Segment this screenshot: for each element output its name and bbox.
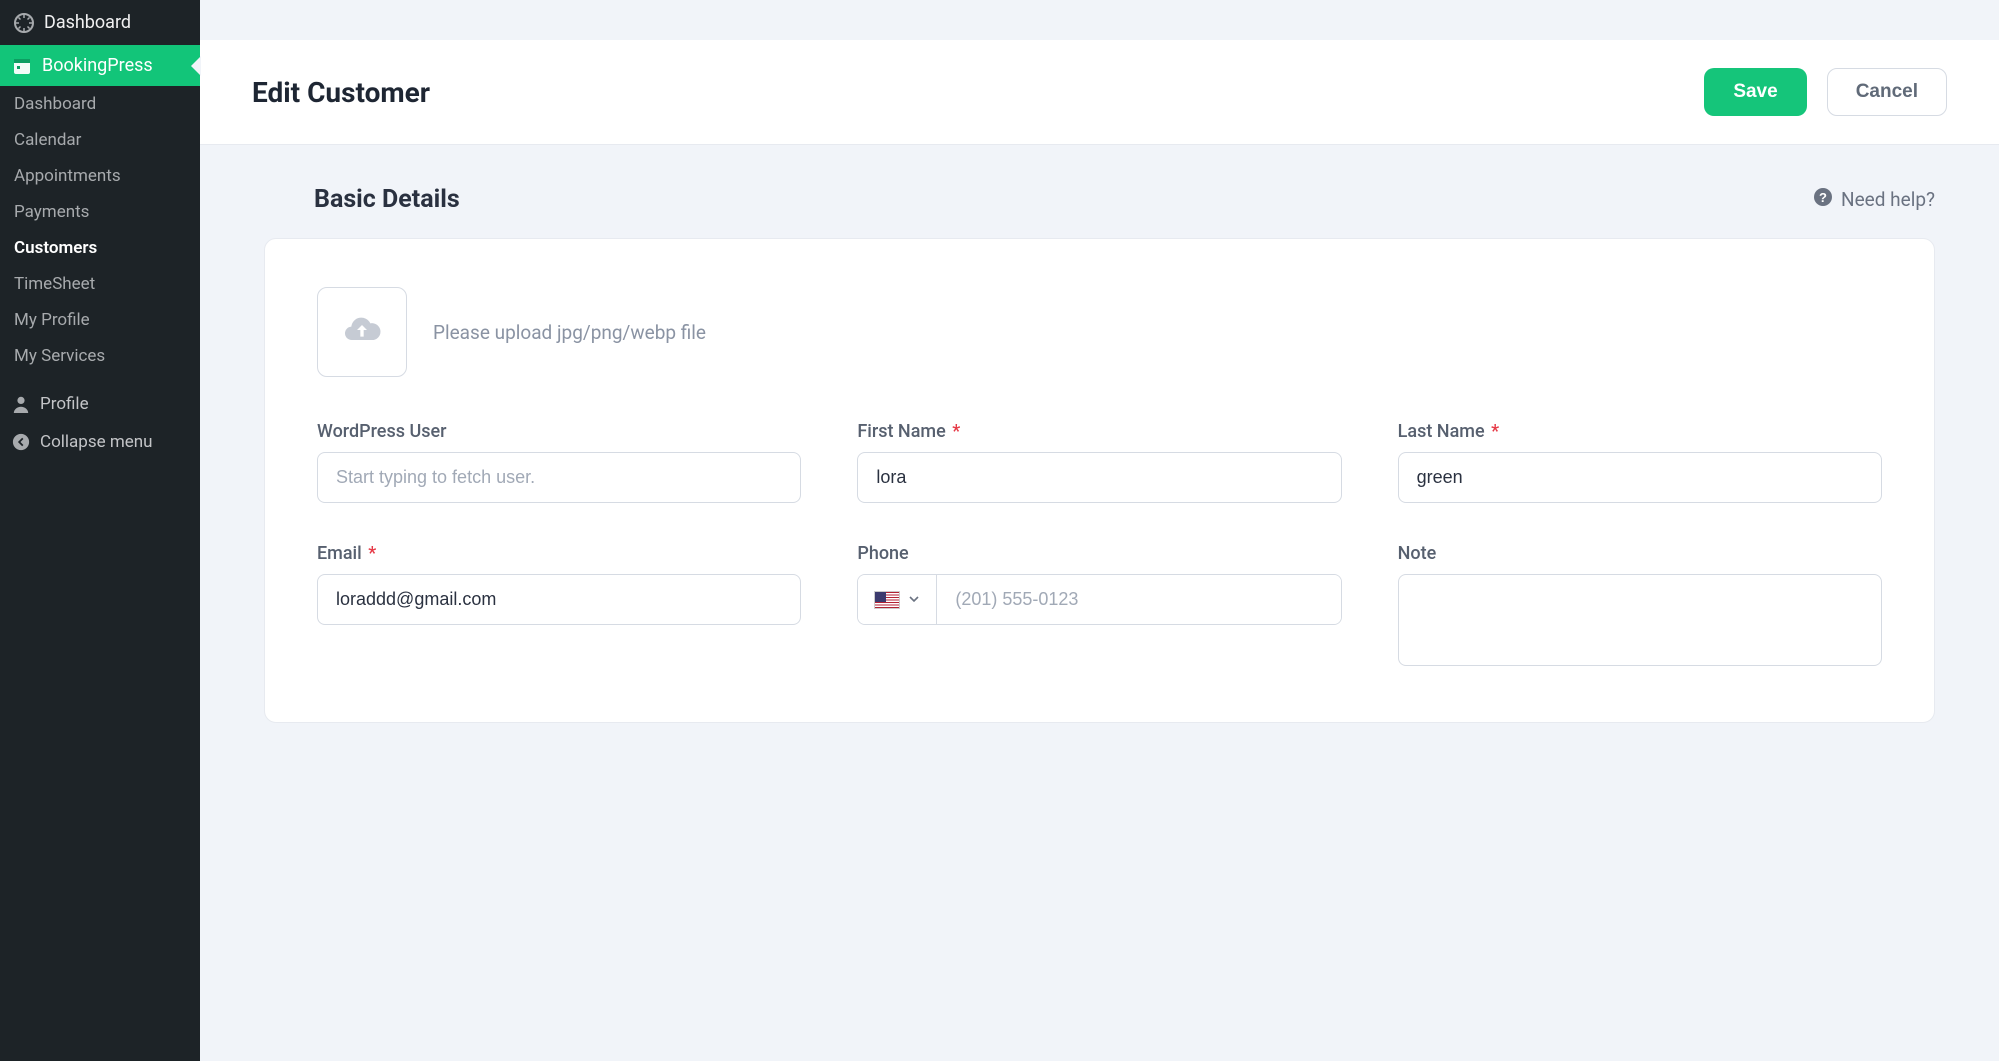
note-input[interactable]	[1398, 574, 1882, 666]
page-title: Edit Customer	[252, 76, 430, 109]
required-star: *	[368, 543, 376, 564]
help-label: Need help?	[1841, 188, 1935, 211]
sidebar-sub-calendar[interactable]: Calendar	[0, 122, 200, 158]
field-last-name: Last Name *	[1398, 421, 1882, 503]
help-link[interactable]: ? Need help?	[1813, 187, 1935, 212]
collapse-label: Collapse menu	[40, 432, 153, 452]
email-input[interactable]	[317, 574, 801, 625]
last-name-input[interactable]	[1398, 452, 1882, 503]
svg-text:?: ?	[1819, 190, 1827, 205]
chevron-down-icon	[908, 590, 920, 610]
user-icon	[12, 395, 30, 413]
field-wp-user: WordPress User	[317, 421, 801, 503]
sidebar-plugin-label: BookingPress	[42, 55, 153, 76]
section-header: Basic Details ? Need help?	[252, 185, 1947, 214]
avatar-upload[interactable]	[317, 287, 407, 377]
required-star: *	[952, 421, 960, 442]
field-email: Email *	[317, 543, 801, 666]
field-phone: Phone	[857, 543, 1341, 666]
first-name-input[interactable]	[857, 452, 1341, 503]
phone-country-selector[interactable]	[858, 575, 937, 624]
wp-user-input[interactable]	[317, 452, 801, 503]
label-email: Email *	[317, 543, 801, 564]
basic-details-card: Please upload jpg/png/webp file WordPres…	[264, 238, 1935, 723]
sidebar-sub-myprofile[interactable]: My Profile	[0, 302, 200, 338]
section-title: Basic Details	[314, 185, 460, 214]
sidebar-sub-dashboard[interactable]: Dashboard	[0, 86, 200, 122]
profile-label: Profile	[40, 394, 89, 414]
cancel-button[interactable]: Cancel	[1827, 68, 1947, 116]
field-note: Note	[1398, 543, 1882, 666]
sidebar-sub-payments[interactable]: Payments	[0, 194, 200, 230]
phone-wrap	[857, 574, 1341, 625]
sidebar: Dashboard BookingPress Dashboard Calenda…	[0, 0, 200, 1061]
save-button[interactable]: Save	[1704, 68, 1806, 116]
sidebar-item-profile[interactable]: Profile	[0, 382, 200, 424]
content: Basic Details ? Need help? Please upload…	[200, 145, 1999, 1061]
label-first-name: First Name *	[857, 421, 1341, 442]
sidebar-sub-myservices[interactable]: My Services	[0, 338, 200, 374]
page-header: Edit Customer Save Cancel	[200, 40, 1999, 145]
help-icon: ?	[1813, 187, 1833, 212]
dashboard-icon	[14, 13, 34, 33]
sidebar-sub-appointments[interactable]: Appointments	[0, 158, 200, 194]
label-note: Note	[1398, 543, 1882, 564]
phone-input[interactable]	[937, 575, 1340, 624]
page-actions: Save Cancel	[1704, 68, 1947, 116]
sidebar-item-dashboard-top[interactable]: Dashboard	[0, 0, 200, 45]
upload-icon	[342, 310, 382, 355]
sidebar-item-bookingpress[interactable]: BookingPress	[0, 45, 200, 86]
sidebar-sub-timesheet[interactable]: TimeSheet	[0, 266, 200, 302]
collapse-icon	[12, 433, 30, 451]
sidebar-submenu: Dashboard Calendar Appointments Payments…	[0, 86, 200, 382]
bookingpress-icon	[12, 56, 32, 76]
topbar-spacer	[200, 0, 1999, 40]
sidebar-collapse[interactable]: Collapse menu	[0, 424, 200, 464]
sidebar-sub-customers[interactable]: Customers	[0, 230, 200, 266]
label-last-name: Last Name *	[1398, 421, 1882, 442]
upload-hint: Please upload jpg/png/webp file	[433, 321, 706, 344]
label-wp-user: WordPress User	[317, 421, 801, 442]
required-star: *	[1491, 421, 1499, 442]
upload-row: Please upload jpg/png/webp file	[317, 287, 1882, 377]
label-phone: Phone	[857, 543, 1341, 564]
field-first-name: First Name *	[857, 421, 1341, 503]
sidebar-top-label: Dashboard	[44, 12, 131, 33]
form-grid: WordPress User First Name * Last Name * …	[317, 421, 1882, 666]
us-flag-icon	[874, 591, 900, 609]
main: Edit Customer Save Cancel Basic Details …	[200, 0, 1999, 1061]
